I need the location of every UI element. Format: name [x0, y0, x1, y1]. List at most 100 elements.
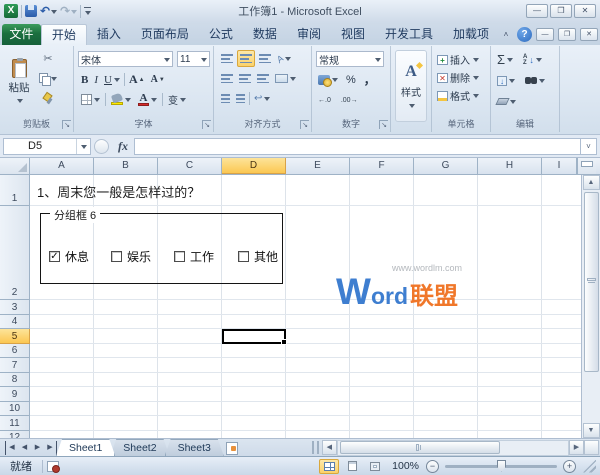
sheet-tab-sheet3[interactable]: Sheet3: [165, 439, 224, 456]
last-sheet-button[interactable]: ▶: [44, 441, 57, 455]
row-header-3[interactable]: 3: [0, 300, 30, 315]
number-format-dropdown-arrow[interactable]: [375, 58, 381, 65]
align-middle-button[interactable]: [237, 50, 255, 67]
grow-font-button[interactable]: A▲: [127, 71, 147, 88]
workbook-restore-button[interactable]: ❐: [558, 28, 576, 41]
tab-review[interactable]: 审阅: [287, 24, 331, 45]
row-header-10[interactable]: 10: [0, 402, 30, 417]
paste-button[interactable]: 粘贴: [4, 49, 34, 113]
row-header-5[interactable]: 5: [0, 329, 30, 344]
format-dropdown-arrow[interactable]: [473, 94, 479, 101]
paste-dropdown-arrow[interactable]: [17, 99, 23, 106]
tab-home[interactable]: 开始: [41, 24, 87, 45]
styles-dropdown-arrow[interactable]: [409, 104, 415, 111]
delete-cells-button[interactable]: ✕删除: [437, 70, 479, 85]
font-color-button[interactable]: A: [136, 91, 159, 108]
find-dropdown-arrow[interactable]: [539, 79, 545, 86]
font-size-dropdown-arrow[interactable]: [201, 58, 207, 65]
underline-button[interactable]: U: [102, 71, 122, 88]
tab-insert[interactable]: 插入: [87, 24, 131, 45]
comma-style-button[interactable]: ，: [362, 71, 378, 88]
zoom-slider-thumb[interactable]: [497, 460, 506, 472]
row-header-4[interactable]: 4: [0, 315, 30, 330]
align-bottom-button[interactable]: [257, 50, 273, 67]
fill-color-dropdown-arrow[interactable]: [125, 98, 131, 105]
row-header-11[interactable]: 11: [0, 416, 30, 431]
collapse-ribbon-icon[interactable]: ˄: [499, 29, 513, 41]
insert-cells-button[interactable]: +插入: [437, 52, 479, 67]
fill-dropdown-arrow[interactable]: [509, 79, 515, 86]
merge-dropdown-arrow[interactable]: [290, 77, 296, 84]
macro-record-icon[interactable]: [47, 461, 59, 472]
row-header-12[interactable]: 12: [0, 431, 30, 439]
alignment-dialog-launcher[interactable]: ↘: [300, 120, 309, 129]
zoom-out-button[interactable]: −: [426, 460, 439, 473]
tab-developer[interactable]: 开发工具: [375, 24, 443, 45]
column-header-b[interactable]: B: [94, 158, 158, 174]
phonetic-dropdown-arrow[interactable]: [180, 98, 186, 105]
accounting-dropdown-arrow[interactable]: [332, 78, 338, 85]
column-header-e[interactable]: E: [286, 158, 350, 174]
selected-cell-d5[interactable]: [222, 329, 286, 344]
font-name-dropdown-arrow[interactable]: [164, 58, 170, 65]
scroll-left-button[interactable]: ◀: [322, 440, 337, 455]
checkbox-checked[interactable]: ✓: [49, 251, 60, 262]
checkbox-option-work[interactable]: 工作: [174, 248, 214, 265]
first-sheet-button[interactable]: ◀: [5, 441, 18, 455]
align-top-button[interactable]: [219, 50, 235, 67]
column-header-c[interactable]: C: [158, 158, 222, 174]
row-header-6[interactable]: 6: [0, 344, 30, 359]
phonetic-button[interactable]: 变: [166, 91, 188, 108]
formula-input[interactable]: [134, 138, 580, 155]
page-break-view-button[interactable]: [365, 459, 385, 474]
shrink-font-button[interactable]: A▼: [149, 71, 167, 88]
increase-indent-button[interactable]: [234, 90, 247, 107]
number-format-combo[interactable]: 常规: [316, 51, 384, 67]
zoom-level[interactable]: 100%: [392, 460, 419, 472]
font-size-combo[interactable]: 11: [177, 51, 210, 67]
sort-filter-button[interactable]: AZ↓: [521, 51, 544, 68]
tab-split-handle[interactable]: [312, 441, 319, 454]
form-group-box[interactable]: 分组框 6 ✓ 休息 娱乐 工作 其他: [40, 213, 283, 284]
scroll-down-button[interactable]: ▼: [583, 423, 600, 438]
tab-formulas[interactable]: 公式: [199, 24, 243, 45]
insert-worksheet-button[interactable]: [222, 441, 242, 455]
tab-view[interactable]: 视图: [331, 24, 375, 45]
formula-bar-expand-button[interactable]: ˅: [580, 138, 597, 155]
font-color-dropdown-arrow[interactable]: [151, 98, 157, 105]
zoom-slider-track[interactable]: [445, 465, 557, 468]
orientation-dropdown-arrow[interactable]: [285, 57, 291, 64]
checkbox-unchecked[interactable]: [111, 251, 122, 262]
row-header-9[interactable]: 9: [0, 387, 30, 402]
fill-color-button[interactable]: [109, 91, 133, 108]
window-minimize-button[interactable]: —: [526, 4, 548, 18]
name-box-dropdown[interactable]: [76, 139, 90, 154]
checkbox-option-entertainment[interactable]: 娱乐: [111, 248, 151, 265]
font-name-combo[interactable]: 宋体: [78, 51, 173, 67]
page-layout-view-button[interactable]: [342, 459, 362, 474]
number-dialog-launcher[interactable]: ↘: [379, 120, 388, 129]
styles-button[interactable]: A 样式: [395, 50, 427, 122]
vertical-split-box[interactable]: [577, 158, 596, 174]
delete-dropdown-arrow[interactable]: [473, 76, 479, 83]
column-header-d[interactable]: D: [222, 158, 286, 174]
percent-style-button[interactable]: %: [344, 71, 358, 88]
vertical-scroll-thumb[interactable]: [584, 192, 599, 372]
italic-button[interactable]: I: [92, 71, 100, 88]
sort-dropdown-arrow[interactable]: [536, 58, 542, 65]
cut-button[interactable]: ✂: [37, 50, 59, 67]
decrease-indent-button[interactable]: [219, 90, 232, 107]
column-header-a[interactable]: A: [30, 158, 94, 174]
find-select-button[interactable]: [523, 72, 547, 89]
fill-button[interactable]: ↓: [495, 72, 517, 89]
formula-bar-split-knob[interactable]: [94, 139, 109, 154]
prev-sheet-button[interactable]: ◀: [18, 441, 31, 455]
column-header-f[interactable]: F: [350, 158, 414, 174]
scroll-up-button[interactable]: ▲: [583, 175, 600, 190]
checkbox-option-other[interactable]: 其他: [238, 248, 278, 265]
select-all-corner[interactable]: [0, 158, 30, 174]
accounting-format-button[interactable]: [316, 71, 340, 88]
vertical-scrollbar[interactable]: ▲ ▼: [581, 175, 600, 438]
workbook-minimize-button[interactable]: —: [536, 28, 554, 41]
autosum-button[interactable]: Σ: [495, 51, 515, 68]
